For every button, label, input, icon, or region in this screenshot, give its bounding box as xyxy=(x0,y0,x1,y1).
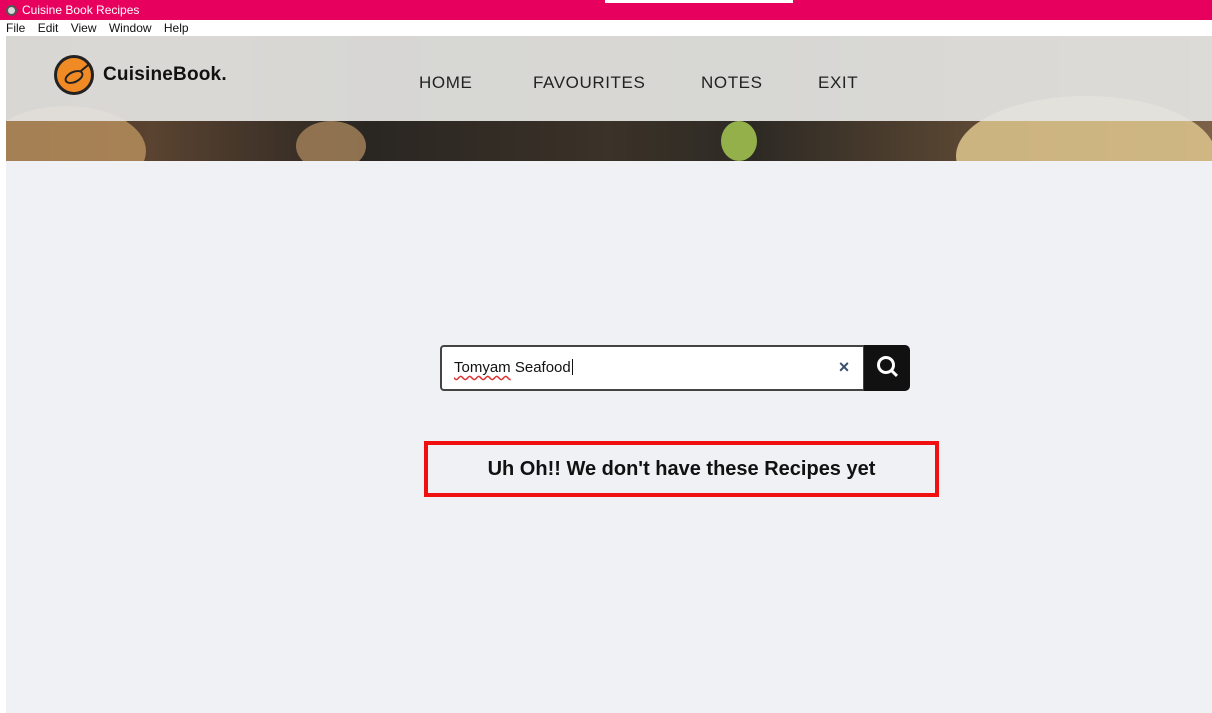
nav-home[interactable]: HOME xyxy=(419,73,472,93)
brand-logo[interactable]: CuisineBook. xyxy=(54,55,227,95)
window-titlebar: Cuisine Book Recipes xyxy=(0,0,1212,20)
search-input-misspelled-word: Tomyam xyxy=(454,359,511,376)
menu-view[interactable]: View xyxy=(71,21,97,35)
pan-icon xyxy=(54,55,94,95)
food-image-lime xyxy=(721,121,757,161)
app-page: CuisineBook. HOME FAVOURITES NOTES EXIT … xyxy=(6,36,1212,713)
food-image-center xyxy=(296,121,366,161)
titlebar-highlight xyxy=(605,0,793,3)
search-input[interactable]: Tomyam Seafood xyxy=(440,345,865,391)
search-bar: Tomyam Seafood × xyxy=(440,345,910,391)
hero-banner: CuisineBook. HOME FAVOURITES NOTES EXIT xyxy=(6,36,1212,161)
window-title: Cuisine Book Recipes xyxy=(22,3,140,17)
brand-name: CuisineBook. xyxy=(103,64,227,85)
menu-file[interactable]: File xyxy=(6,21,25,35)
nav-notes[interactable]: NOTES xyxy=(701,73,763,93)
nav-favourites[interactable]: FAVOURITES xyxy=(533,73,645,93)
app-icon xyxy=(6,4,17,16)
text-caret xyxy=(571,359,573,375)
menu-bar: File Edit View Window Help xyxy=(0,20,1212,36)
menu-window[interactable]: Window xyxy=(109,21,152,35)
nav-bar: CuisineBook. HOME FAVOURITES NOTES EXIT xyxy=(6,36,1212,121)
close-icon[interactable]: × xyxy=(835,357,853,377)
menu-edit[interactable]: Edit xyxy=(38,21,59,35)
no-results-message: Uh Oh!! We don't have these Recipes yet xyxy=(424,441,939,497)
nav-exit[interactable]: EXIT xyxy=(818,73,858,93)
menu-help[interactable]: Help xyxy=(164,21,189,35)
search-button[interactable] xyxy=(864,345,910,391)
search-input-text: Seafood xyxy=(510,359,571,376)
